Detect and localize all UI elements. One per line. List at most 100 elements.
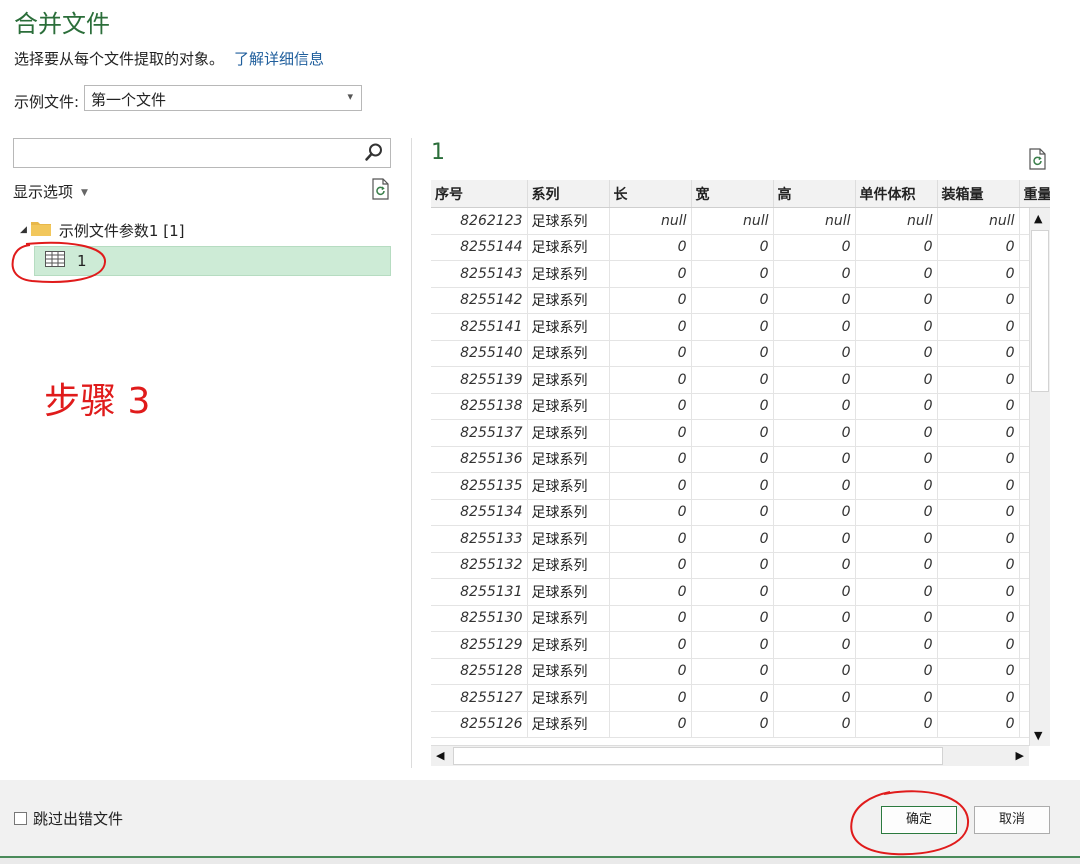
- table-row: 8255128 足球系列 0 0 0 0 0: [431, 658, 1050, 685]
- table-cell: 0: [691, 658, 774, 685]
- preview-table: 序号 系列长宽高单件体积 装箱量 重量 8262123 足球系列 null null null…: [431, 180, 1050, 738]
- table-cell: 0: [691, 393, 774, 420]
- instruction-text: 选择要从每个文件提取的对象。 了解详细信息: [14, 48, 324, 69]
- table-cell: 8255136: [431, 446, 528, 473]
- column-header[interactable]: 宽: [691, 180, 774, 208]
- table-cell: 8255128: [431, 658, 528, 685]
- learn-more-link[interactable]: 了解详细信息: [234, 50, 324, 68]
- table-row: 8255131 足球系列 0 0 0 0 0: [431, 578, 1050, 606]
- table-cell: 0: [937, 711, 1020, 738]
- display-options-dropdown[interactable]: 显示选项 ▼: [13, 181, 88, 202]
- table-header-row: 序号 系列长宽高单件体积 装箱量 重量: [431, 180, 1050, 208]
- table-cell: 8255126: [431, 711, 528, 738]
- table-cell: 0: [937, 366, 1020, 394]
- refresh-icon[interactable]: [1028, 148, 1048, 174]
- preview-title: 1: [431, 140, 445, 165]
- table-cell: 8255131: [431, 578, 528, 606]
- table-cell: 0: [855, 684, 938, 712]
- table-cell: 8255139: [431, 366, 528, 394]
- scroll-up-icon[interactable]: ▲: [1034, 212, 1042, 225]
- table-cell: 足球系列: [527, 260, 610, 288]
- horizontal-scroll-thumb[interactable]: [453, 747, 943, 765]
- table-cell: 8255133: [431, 525, 528, 553]
- search-icon[interactable]: [364, 142, 384, 166]
- column-header[interactable]: 系列: [527, 180, 610, 208]
- table-cell: 0: [609, 525, 692, 553]
- scroll-right-icon[interactable]: ▶: [1016, 749, 1024, 762]
- table-cell: 0: [773, 499, 856, 526]
- table-cell: 0: [609, 605, 692, 632]
- column-header[interactable]: 序号: [431, 180, 528, 208]
- checkbox-box[interactable]: [14, 812, 27, 825]
- table-cell: 0: [937, 552, 1020, 579]
- table-cell: 8255135: [431, 472, 528, 500]
- table-row: 8255141 足球系列 0 0 0 0 0: [431, 313, 1050, 341]
- table-cell: 0: [609, 419, 692, 447]
- table-cell: 足球系列: [527, 234, 610, 261]
- table-row: 8255139 足球系列 0 0 0 0 0: [431, 366, 1050, 394]
- cancel-button[interactable]: 取消: [974, 806, 1050, 834]
- horizontal-scrollbar[interactable]: ◀ ▶: [431, 745, 1029, 766]
- table-cell: 0: [855, 711, 938, 738]
- table-cell: 足球系列: [527, 419, 610, 447]
- table-cell: 0: [773, 684, 856, 712]
- scroll-left-icon[interactable]: ◀: [436, 749, 444, 762]
- search-input[interactable]: [13, 138, 391, 168]
- table-cell: 0: [609, 313, 692, 341]
- table-cell: 0: [937, 658, 1020, 685]
- table-row: 8255129 足球系列 0 0 0 0 0: [431, 631, 1050, 659]
- table-cell: 足球系列: [527, 499, 610, 526]
- skip-errors-checkbox[interactable]: 跳过出错文件: [14, 808, 123, 829]
- table-cell: 足球系列: [527, 578, 610, 606]
- table-cell: 0: [609, 234, 692, 261]
- table-cell: 0: [773, 658, 856, 685]
- table-cell: 8255142: [431, 287, 528, 314]
- chevron-down-icon: ▼: [81, 187, 88, 198]
- table-cell: 0: [773, 446, 856, 473]
- table-cell: 8255130: [431, 605, 528, 632]
- table-cell: 0: [773, 631, 856, 659]
- sample-file-select[interactable]: 第一个文件 ▾: [84, 85, 362, 111]
- column-header[interactable]: 装箱量: [937, 180, 1020, 208]
- column-header[interactable]: 单件体积: [855, 180, 938, 208]
- table-cell: 0: [773, 313, 856, 341]
- table-cell: null: [937, 207, 1020, 235]
- table-cell: 0: [937, 684, 1020, 712]
- table-row: 8255126 足球系列 0 0 0 0 0: [431, 711, 1050, 738]
- table-row: 8255136 足球系列 0 0 0 0 0: [431, 446, 1050, 473]
- table-cell: 0: [937, 287, 1020, 314]
- table-cell: 8255140: [431, 340, 528, 367]
- expand-triangle-icon[interactable]: ◢: [20, 225, 27, 235]
- table-cell: 0: [773, 287, 856, 314]
- table-cell: 0: [691, 287, 774, 314]
- table-cell: 0: [609, 658, 692, 685]
- table-cell: 0: [691, 605, 774, 632]
- tree-folder-node[interactable]: ◢ 示例文件参数1 [1]: [20, 218, 184, 242]
- vertical-scrollbar[interactable]: ▲ ▼: [1029, 208, 1050, 746]
- table-cell: 0: [773, 366, 856, 394]
- vertical-scroll-thumb[interactable]: [1031, 230, 1049, 392]
- preview-grid[interactable]: 序号 系列长宽高单件体积 装箱量 重量 8262123 足球系列 null null null…: [431, 180, 1050, 740]
- table-cell: 0: [691, 234, 774, 261]
- annotation-circle: [11, 241, 107, 283]
- refresh-icon[interactable]: [371, 178, 391, 204]
- table-cell: 0: [773, 393, 856, 420]
- table-cell: 0: [773, 340, 856, 367]
- table-cell: 0: [773, 419, 856, 447]
- bottom-bar: [0, 856, 1080, 864]
- scroll-down-icon[interactable]: ▼: [1034, 729, 1042, 742]
- table-cell: 0: [609, 472, 692, 500]
- sample-file-label: 示例文件:: [14, 93, 80, 111]
- table-cell: 足球系列: [527, 525, 610, 553]
- table-cell: 0: [855, 419, 938, 447]
- column-header[interactable]: 重量: [1019, 180, 1050, 208]
- table-cell: 0: [937, 499, 1020, 526]
- column-header[interactable]: 高: [773, 180, 856, 208]
- table-cell: 0: [691, 313, 774, 341]
- table-row: 8255137 足球系列 0 0 0 0 0: [431, 419, 1050, 447]
- table-row: 8255132 足球系列 0 0 0 0 0: [431, 552, 1050, 579]
- table-cell: 0: [855, 552, 938, 579]
- column-header[interactable]: 长: [609, 180, 692, 208]
- table-cell: 足球系列: [527, 684, 610, 712]
- table-cell: 0: [855, 525, 938, 553]
